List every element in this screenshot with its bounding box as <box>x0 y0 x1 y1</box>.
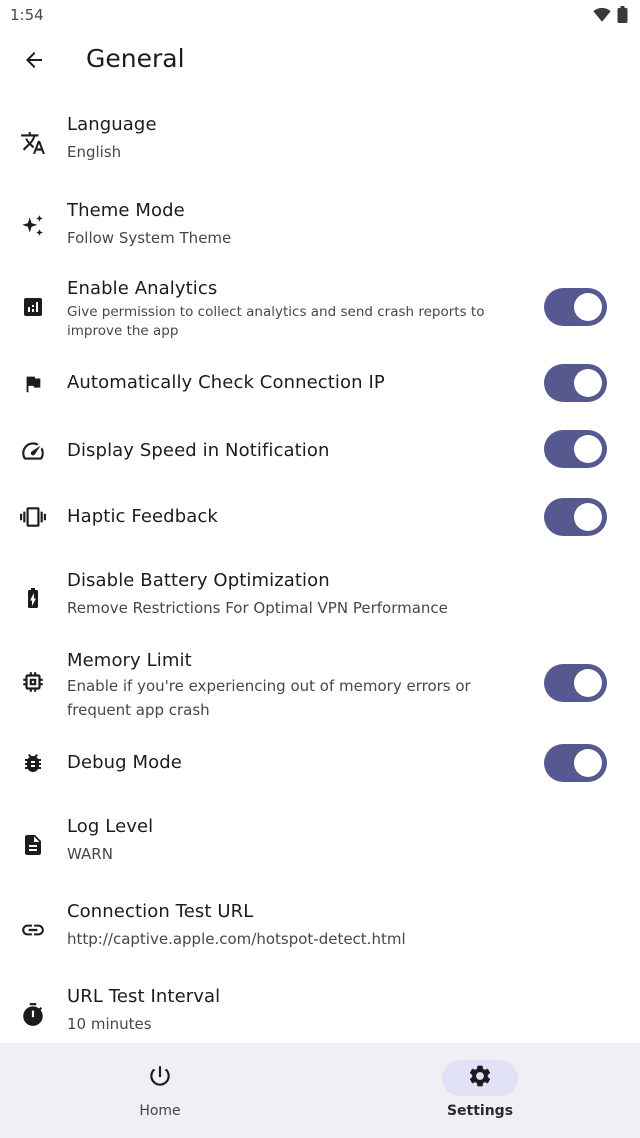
toggle-knob <box>574 749 602 777</box>
nav-settings-label: Settings <box>446 1103 514 1119</box>
setting-debug-mode[interactable]: Debug Mode <box>0 730 640 796</box>
nav-home[interactable]: Home <box>80 1043 240 1138</box>
setting-language[interactable]: Language English <box>0 102 640 188</box>
setting-auto-check-ip[interactable]: Automatically Check Connection IP <box>0 348 640 418</box>
setting-enable-analytics[interactable]: Enable Analytics Give permission to coll… <box>0 268 640 348</box>
toggle-knob <box>574 293 602 321</box>
bottom-navigation: Home Settings <box>0 1043 640 1138</box>
battery-icon <box>617 6 628 27</box>
toggle-knob <box>574 669 602 697</box>
setting-subtitle: Remove Restrictions For Optimal VPN Perf… <box>67 599 448 617</box>
setting-title: Enable Analytics <box>67 278 218 299</box>
app-bar: General <box>0 30 640 92</box>
setting-title: Debug Mode <box>67 752 182 773</box>
setting-haptic-feedback[interactable]: Haptic Feedback <box>0 484 640 550</box>
toggle-knob <box>574 369 602 397</box>
status-icons <box>593 6 628 27</box>
gear-icon <box>467 1063 493 1093</box>
arrow-left-icon <box>22 48 46 76</box>
haptic-feedback-toggle[interactable] <box>544 498 607 536</box>
setting-title: URL Test Interval <box>67 986 221 1007</box>
status-time: 1:54 <box>10 6 44 24</box>
translate-icon <box>14 124 52 162</box>
setting-url-test-interval[interactable]: URL Test Interval 10 minutes <box>0 976 640 1042</box>
speedometer-icon <box>14 432 52 470</box>
setting-title: Log Level <box>67 816 154 837</box>
setting-memory-limit[interactable]: Memory Limit Enable if you're experienci… <box>0 640 640 730</box>
power-icon <box>147 1063 173 1093</box>
setting-theme-mode[interactable]: Theme Mode Follow System Theme <box>0 188 640 268</box>
nav-settings[interactable]: Settings <box>400 1043 560 1138</box>
toggle-knob <box>574 435 602 463</box>
setting-subtitle: WARN <box>67 845 113 863</box>
setting-subtitle: Follow System Theme <box>67 229 232 247</box>
setting-subtitle: Give permission to collect analytics and… <box>67 304 485 339</box>
setting-log-level[interactable]: Log Level WARN <box>0 806 640 886</box>
battery-charging-icon <box>14 579 52 617</box>
setting-title: Theme Mode <box>67 200 185 221</box>
setting-subtitle: English <box>67 143 122 161</box>
setting-connection-test-url[interactable]: Connection Test URL http://captive.apple… <box>0 891 640 971</box>
memory-limit-toggle[interactable] <box>544 664 607 702</box>
nav-home-label: Home <box>139 1103 181 1119</box>
setting-title: Memory Limit <box>67 650 192 671</box>
nav-home-indicator <box>122 1060 198 1096</box>
page-title: General <box>86 44 185 73</box>
toggle-knob <box>574 503 602 531</box>
setting-title: Connection Test URL <box>67 901 254 922</box>
debug-mode-toggle[interactable] <box>544 744 607 782</box>
timer-icon <box>14 996 52 1034</box>
auto-check-ip-toggle[interactable] <box>544 364 607 402</box>
setting-disable-battery-optimization[interactable]: Disable Battery Optimization Remove Rest… <box>0 560 640 640</box>
settings-list: Language English Theme Mode Follow Syste… <box>0 92 640 1042</box>
bug-icon <box>14 744 52 782</box>
vibration-icon <box>14 498 52 536</box>
setting-subtitle: Enable if you're experiencing out of mem… <box>67 677 471 719</box>
back-button[interactable] <box>12 40 56 84</box>
setting-title: Automatically Check Connection IP <box>67 372 385 393</box>
memory-chip-icon <box>14 663 52 701</box>
setting-title: Disable Battery Optimization <box>67 570 330 591</box>
nav-settings-indicator <box>442 1060 518 1096</box>
flag-icon <box>14 365 52 403</box>
wifi-icon <box>593 7 611 27</box>
setting-title: Language <box>67 114 157 135</box>
setting-title: Display Speed in Notification <box>67 440 330 461</box>
sparkles-icon <box>14 207 52 245</box>
analytics-icon <box>14 288 52 326</box>
setting-display-speed[interactable]: Display Speed in Notification <box>0 418 640 484</box>
status-bar: 1:54 <box>0 0 640 30</box>
analytics-toggle[interactable] <box>544 288 607 326</box>
display-speed-toggle[interactable] <box>544 430 607 468</box>
setting-subtitle: 10 minutes <box>67 1015 152 1033</box>
setting-subtitle: http://captive.apple.com/hotspot-detect.… <box>67 930 406 948</box>
setting-title: Haptic Feedback <box>67 506 218 527</box>
link-icon <box>14 911 52 949</box>
document-icon <box>14 826 52 864</box>
